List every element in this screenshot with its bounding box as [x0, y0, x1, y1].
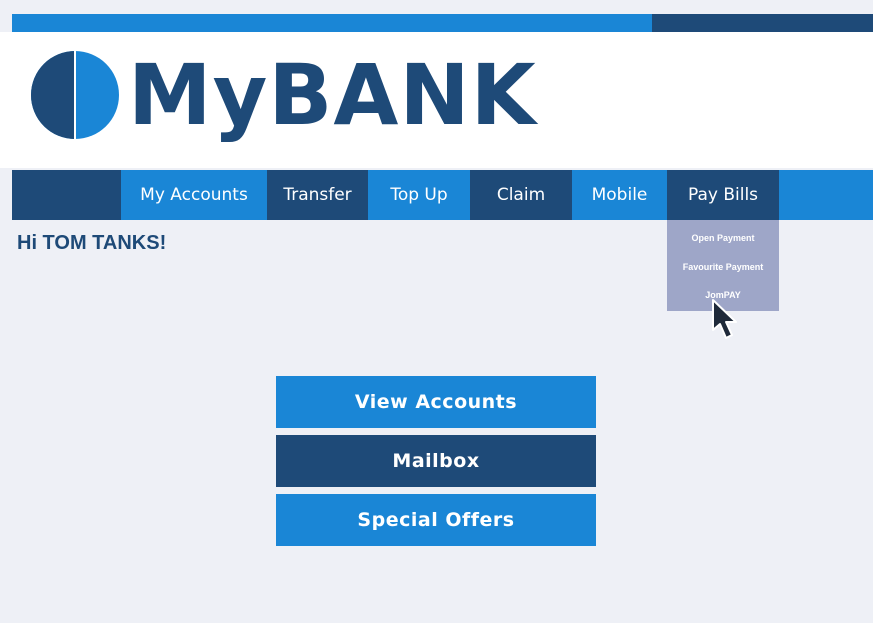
- nav-item-transfer[interactable]: Transfer: [267, 170, 368, 220]
- top-accent-bar-light: [12, 14, 652, 32]
- special-offers-button[interactable]: Special Offers: [276, 494, 596, 546]
- greeting-text: Hi TOM TANKS!: [17, 232, 167, 254]
- brand-logo[interactable]: MyBANK: [30, 50, 537, 140]
- mouse-pointer-icon: [712, 299, 737, 339]
- nav-item-top-up[interactable]: Top Up: [368, 170, 470, 220]
- brand-name: MyBANK: [128, 46, 537, 144]
- top-accent-bar: [12, 14, 873, 32]
- half-circle-logo-icon: [31, 51, 119, 139]
- dropdown-item-favourite-payment[interactable]: Favourite Payment: [667, 262, 779, 272]
- mailbox-button[interactable]: Mailbox: [276, 435, 596, 487]
- nav-item-pay-bills[interactable]: Pay Bills: [667, 170, 779, 220]
- view-accounts-button[interactable]: View Accounts: [276, 376, 596, 428]
- top-accent-bar-dark: [652, 14, 873, 32]
- nav-item-my-accounts[interactable]: My Accounts: [121, 170, 267, 220]
- main-nav: My Accounts Transfer Top Up Claim Mobile…: [12, 170, 873, 220]
- dropdown-item-open-payment[interactable]: Open Payment: [667, 233, 779, 243]
- nav-lead-block: [12, 170, 121, 220]
- nav-item-mobile[interactable]: Mobile: [572, 170, 667, 220]
- nav-item-claim[interactable]: Claim: [470, 170, 572, 220]
